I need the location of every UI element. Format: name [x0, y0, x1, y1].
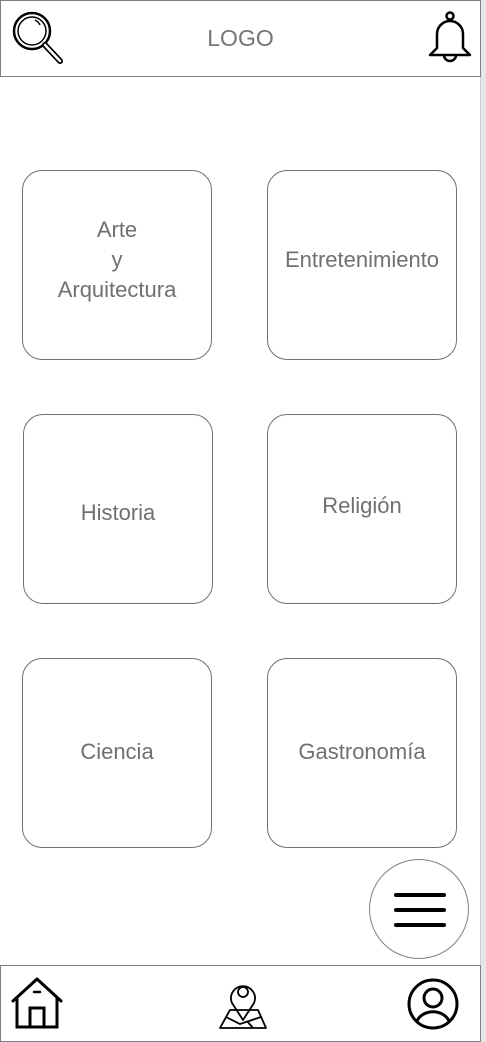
category-card-gastronomia[interactable]: Gastronomía [267, 658, 457, 848]
bottom-nav [0, 965, 481, 1042]
category-card-ciencia[interactable]: Ciencia [22, 658, 212, 848]
home-icon[interactable] [10, 976, 64, 1030]
category-label: Gastronomía [298, 739, 426, 764]
logo-text: LOGO [207, 25, 274, 51]
category-label: Historia [80, 500, 156, 525]
scrollbar[interactable] [480, 0, 486, 1042]
category-label: Ciencia [80, 739, 154, 764]
category-card-arte-arquitectura[interactable]: Arte y Arquitectura [22, 170, 212, 360]
hamburger-menu-icon [394, 893, 446, 927]
category-card-religion[interactable]: Religión [267, 414, 457, 604]
bell-icon[interactable] [427, 10, 473, 64]
category-card-entretenimiento[interactable]: Entretenimiento [267, 170, 457, 360]
category-label: Arte y Arquitectura [57, 217, 177, 302]
map-pin-icon[interactable] [217, 978, 269, 1030]
category-label: Entretenimiento [284, 247, 440, 272]
category-card-historia[interactable]: Historia [23, 414, 213, 604]
top-header: LOGO [0, 0, 481, 77]
user-profile-icon[interactable] [406, 977, 460, 1031]
menu-fab-button[interactable] [369, 859, 469, 959]
category-label: Religión [322, 493, 402, 518]
